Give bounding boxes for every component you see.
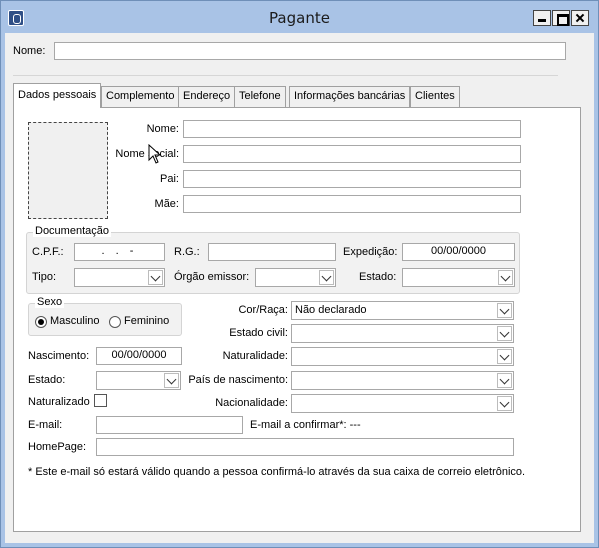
chevron-down-icon[interactable] (319, 270, 334, 285)
documentacao-group: Documentação C.P.F.: . . - R.G.: Expediç… (26, 225, 520, 294)
email-label: E-mail: (28, 419, 63, 431)
expedicao-label: Expedição: (343, 246, 398, 258)
estado-doc-select[interactable] (402, 268, 515, 287)
tab-panel-dados-pessoais: Nome: Nome social: Pai: Mãe: Documentaçã… (13, 107, 581, 532)
nacionalidade-label: Nacionalidade: (215, 397, 288, 409)
estado-label: Estado: (28, 374, 66, 386)
chevron-down-icon[interactable] (497, 373, 512, 388)
maximize-button[interactable] (552, 10, 570, 26)
window-title: Pagante (269, 9, 330, 27)
mae-label: Mãe: (154, 198, 179, 210)
chevron-down-icon[interactable] (148, 270, 163, 285)
tab-telefone[interactable]: Telefone (234, 86, 286, 107)
chevron-down-icon[interactable] (497, 396, 512, 411)
nome-social-label: Nome social: (115, 148, 179, 160)
minimize-button[interactable] (533, 10, 551, 26)
tipo-label: Tipo: (32, 271, 57, 283)
feminino-label[interactable]: Feminino (124, 315, 169, 327)
nome-label: Nome: (13, 45, 46, 57)
cpf-label: C.P.F.: (32, 246, 64, 258)
cor-raca-value: Não declarado (295, 304, 367, 316)
estado-select[interactable] (96, 371, 181, 390)
nacionalidade-select[interactable] (291, 394, 514, 413)
orgao-emissor-select[interactable] (255, 268, 336, 287)
email-a-confirmar-label: E-mail a confirmar*: --- (250, 419, 361, 431)
sexo-legend: Sexo (35, 296, 65, 308)
expedicao-field[interactable]: 00/00/0000 (402, 243, 515, 261)
naturalidade-select[interactable] (291, 347, 514, 366)
feminino-radio[interactable] (109, 316, 121, 328)
chevron-down-icon[interactable] (498, 270, 513, 285)
tab-informacoes-bancarias[interactable]: Informações bancárias (289, 86, 411, 107)
orgao-emissor-label: Órgão emissor: (174, 271, 250, 283)
title-bar[interactable]: Pagante (1, 1, 598, 33)
tab-endereco[interactable]: Endereço (178, 86, 236, 107)
masculino-label[interactable]: Masculino (50, 315, 100, 327)
estado-civil-select[interactable] (291, 324, 514, 343)
naturalidade-label: Naturalidade: (222, 350, 288, 362)
chevron-down-icon[interactable] (497, 349, 512, 364)
documentacao-legend: Documentação (33, 225, 111, 237)
nascimento-label: Nascimento: (28, 350, 90, 362)
nome-field[interactable] (183, 120, 521, 138)
masculino-radio[interactable] (35, 316, 47, 328)
pai-field[interactable] (183, 170, 521, 188)
naturalizado-checkbox[interactable] (94, 394, 107, 407)
pais-nascimento-select[interactable] (291, 371, 514, 390)
rg-label: R.G.: (174, 246, 200, 258)
cpf-field[interactable]: . . - (74, 243, 165, 261)
tab-complemento[interactable]: Complemento (101, 86, 180, 107)
rg-field[interactable] (208, 243, 336, 261)
mae-field[interactable] (183, 195, 521, 213)
close-button[interactable] (571, 10, 589, 26)
email-field[interactable] (96, 416, 243, 434)
tipo-select[interactable] (74, 268, 165, 287)
chevron-down-icon[interactable] (497, 326, 512, 341)
nascimento-field[interactable]: 00/00/0000 (96, 347, 182, 365)
mouse-cursor-icon (148, 144, 162, 164)
nome-input[interactable] (54, 42, 566, 60)
sexo-group: Sexo Masculino Feminino (28, 296, 182, 336)
pai-label: Pai: (160, 173, 179, 185)
nome-social-field[interactable] (183, 145, 521, 163)
cor-raca-label: Cor/Raça: (238, 304, 288, 316)
pais-nascimento-label: País de nascimento: (188, 374, 288, 386)
form-body: Nome: Dados pessoais Complemento Endereç… (5, 33, 594, 543)
estado-doc-label: Estado: (359, 271, 397, 283)
chevron-down-icon[interactable] (164, 373, 179, 388)
separator (13, 75, 558, 76)
naturalizado-label: Naturalizado (28, 396, 90, 408)
homepage-label: HomePage: (28, 441, 87, 453)
chevron-down-icon[interactable] (497, 303, 512, 318)
cor-raca-select[interactable]: Não declarado (291, 301, 514, 320)
email-footnote: * Este e-mail só estará válido quando a … (28, 466, 526, 478)
photo-placeholder[interactable] (28, 122, 108, 219)
pagante-window: Pagante Nome: Dados pessoais Complemento… (0, 0, 599, 548)
tab-clientes[interactable]: Clientes (410, 86, 460, 107)
nome-label-2: Nome: (146, 123, 179, 135)
homepage-field[interactable] (96, 438, 514, 456)
tab-dados-pessoais[interactable]: Dados pessoais (13, 83, 102, 108)
estado-civil-label: Estado civil: (229, 327, 288, 339)
